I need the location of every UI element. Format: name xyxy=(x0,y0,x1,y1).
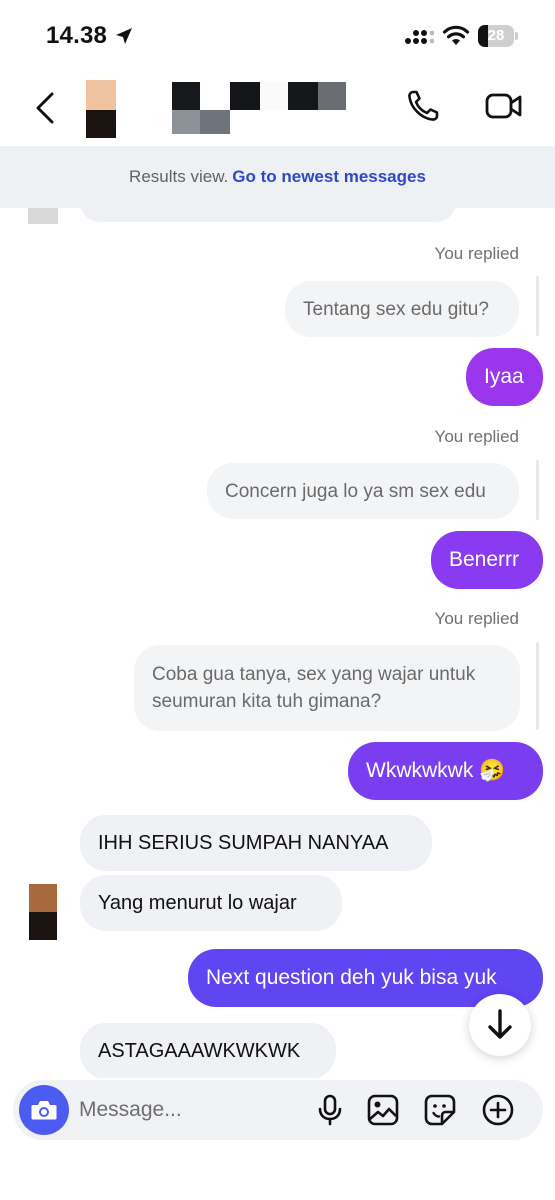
battery-indicator: 28 xyxy=(478,25,518,47)
message-list[interactable]: You replied Tentang sex edu gitu? Iyaa Y… xyxy=(0,208,555,1078)
sticker-icon[interactable] xyxy=(423,1093,457,1127)
quoted-message[interactable]: Concern juga lo ya sm sex edu xyxy=(207,463,519,519)
received-message[interactable]: Yang menurut lo wajar xyxy=(80,875,342,931)
phone-icon[interactable] xyxy=(405,88,441,124)
go-to-newest-link[interactable]: Go to newest messages xyxy=(232,167,426,186)
quoted-message[interactable]: Tentang sex edu gitu? xyxy=(285,281,519,337)
wifi-icon xyxy=(442,25,470,45)
avatar[interactable] xyxy=(29,884,57,940)
avatar xyxy=(28,208,58,224)
you-replied-label: You replied xyxy=(434,609,519,628)
chevron-left-icon[interactable] xyxy=(30,88,60,128)
video-camera-icon[interactable] xyxy=(484,90,524,122)
camera-icon xyxy=(31,1101,57,1120)
scroll-to-bottom-button[interactable] xyxy=(469,994,531,1056)
status-bar: 14.38 28 xyxy=(0,0,555,70)
results-text: Results view. xyxy=(129,167,229,186)
arrow-down-icon xyxy=(488,1009,512,1039)
conversation-header xyxy=(0,70,555,146)
cellular-signal-icon xyxy=(405,30,434,44)
message-input[interactable] xyxy=(79,1080,299,1140)
message-composer xyxy=(13,1080,543,1140)
avatar[interactable] xyxy=(86,80,116,138)
sent-message[interactable]: Iyaa xyxy=(466,348,543,406)
results-banner: Results view. Go to newest messages xyxy=(0,146,555,208)
message-bubble-partial[interactable] xyxy=(80,208,456,222)
you-replied-label: You replied xyxy=(434,427,519,446)
quoted-message[interactable]: Coba gua tanya, sex yang wajar untuk seu… xyxy=(134,645,520,731)
received-message[interactable]: IHH SERIUS SUMPAH NANYAA xyxy=(80,815,432,871)
you-replied-label: You replied xyxy=(434,244,519,263)
sent-message[interactable]: Benerrr xyxy=(431,531,543,589)
status-time: 14.38 xyxy=(46,22,108,49)
location-arrow-icon xyxy=(116,28,132,44)
plus-circle-icon[interactable] xyxy=(481,1093,515,1127)
camera-button[interactable] xyxy=(19,1085,69,1135)
battery-level: 28 xyxy=(487,27,505,44)
sent-message[interactable]: Wkwkwkwk 🤧 xyxy=(348,742,543,800)
microphone-icon[interactable] xyxy=(313,1093,347,1127)
contact-name-redacted[interactable] xyxy=(172,78,348,136)
received-message[interactable]: ASTAGAAAWKWKWK xyxy=(80,1023,336,1078)
gallery-icon[interactable] xyxy=(366,1093,400,1127)
